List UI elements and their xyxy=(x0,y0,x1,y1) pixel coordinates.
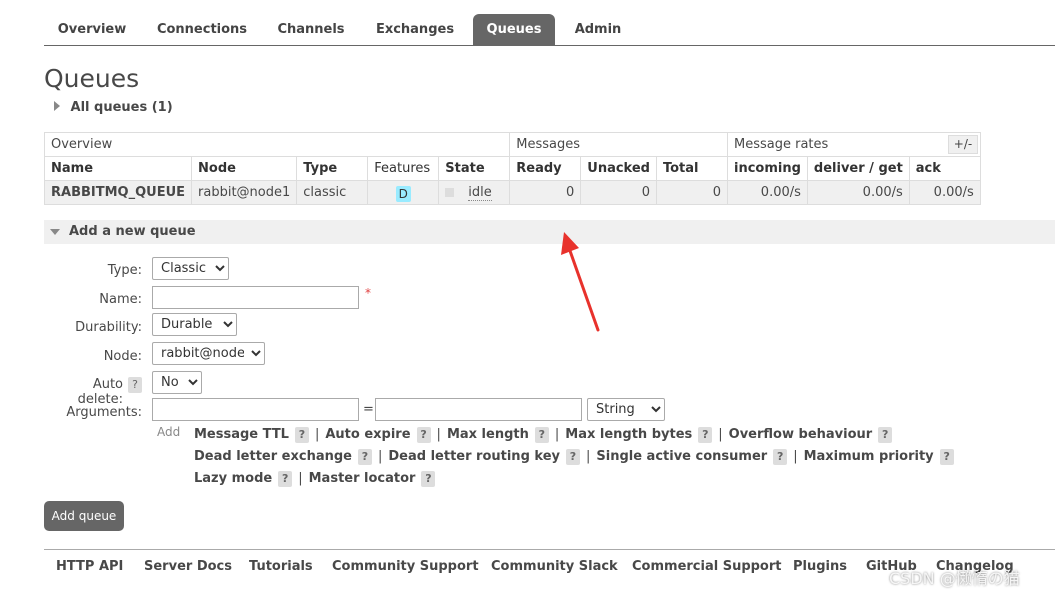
help-icon[interactable]: ? xyxy=(421,471,436,487)
auto-delete-label: Auto delete: xyxy=(77,377,123,407)
col-ready[interactable]: Ready xyxy=(509,156,582,181)
node-select[interactable]: rabbit@node1 xyxy=(152,342,265,365)
help-icon[interactable]: ? xyxy=(773,449,788,465)
durability-select[interactable]: Durable xyxy=(152,313,237,336)
tab-exchanges[interactable]: Exchanges xyxy=(366,14,464,46)
type-label: Type: xyxy=(107,263,142,278)
argument-value-input[interactable] xyxy=(375,398,582,421)
state-label: idle xyxy=(468,185,492,201)
node-label: Node: xyxy=(103,349,142,364)
state-indicator-icon xyxy=(445,188,455,197)
table-row: RABBITMQ_QUEUE rabbit@node1 classic D id… xyxy=(43,180,981,205)
help-icon[interactable]: ? xyxy=(698,427,713,443)
page-title: Queues xyxy=(44,64,140,93)
add-argument-label: Add xyxy=(157,425,181,439)
col-node[interactable]: Node xyxy=(191,156,298,181)
help-icon[interactable]: ? xyxy=(357,449,372,465)
tab-admin[interactable]: Admin xyxy=(564,14,632,46)
required-mark: * xyxy=(365,286,371,300)
col-ack[interactable]: ack xyxy=(908,156,981,181)
queue-ready: 0 xyxy=(509,180,582,205)
arg-lazy-mode-link[interactable]: Lazy mode xyxy=(194,471,272,486)
equals-sign: = xyxy=(363,402,374,417)
argument-type-select[interactable]: String xyxy=(587,398,665,421)
group-message-rates: Message rates xyxy=(726,132,981,157)
arg-auto-expire-link[interactable]: Auto expire xyxy=(325,427,410,442)
collapsed-arrow-icon xyxy=(54,101,60,111)
group-messages: Messages xyxy=(509,132,728,157)
column-options-button[interactable]: +/- xyxy=(948,135,978,154)
arguments-label: Arguments: xyxy=(66,405,142,420)
queues-table: Overview Messages Message rates Name Nod… xyxy=(43,132,981,205)
all-queues-label: All queues (1) xyxy=(70,100,173,115)
arg-single-active-consumer-link[interactable]: Single active consumer xyxy=(596,449,767,464)
col-total[interactable]: Total xyxy=(655,156,728,181)
durable-badge[interactable]: D xyxy=(395,186,411,202)
durability-label: Durability: xyxy=(75,320,142,335)
add-queue-section-title: Add a new queue xyxy=(69,224,196,239)
top-nav: Overview Connections Channels Exchanges … xyxy=(44,14,1055,46)
queue-state: idle xyxy=(438,180,511,205)
footer-link-community-slack[interactable]: Community Slack xyxy=(491,559,618,574)
tab-channels[interactable]: Channels xyxy=(266,14,356,46)
col-features[interactable]: Features xyxy=(367,156,440,181)
queue-node: rabbit@node1 xyxy=(191,180,298,205)
add-queue-section-header[interactable]: Add a new queue xyxy=(44,220,1055,244)
footer-link-http-api[interactable]: HTTP API xyxy=(56,559,123,574)
queue-type: classic xyxy=(296,180,369,205)
arg-overflow-behaviour-link[interactable]: Overflow behaviour xyxy=(729,427,873,442)
arg-maximum-priority-link[interactable]: Maximum priority xyxy=(804,449,934,464)
queue-unacked: 0 xyxy=(580,180,657,205)
queue-total: 0 xyxy=(655,180,728,205)
footer-link-server-docs[interactable]: Server Docs xyxy=(144,559,232,574)
argument-key-input[interactable] xyxy=(152,398,359,421)
col-unacked[interactable]: Unacked xyxy=(580,156,657,181)
group-overview: Overview xyxy=(43,132,511,157)
arg-dead-letter-exchange-link[interactable]: Dead letter exchange xyxy=(194,449,352,464)
footer-link-tutorials[interactable]: Tutorials xyxy=(249,559,313,574)
argument-shortcuts-line-2: Dead letter exchange? | Dead letter routin… xyxy=(194,449,954,465)
arg-message-ttl-link[interactable]: Message TTL xyxy=(194,427,289,442)
tab-queues[interactable]: Queues xyxy=(473,14,555,46)
help-icon[interactable]: ? xyxy=(416,427,431,443)
annotation-arrow-icon xyxy=(561,232,600,332)
col-name[interactable]: Name xyxy=(43,156,193,181)
name-input[interactable] xyxy=(152,286,359,309)
footer-link-plugins[interactable]: Plugins xyxy=(793,559,847,574)
help-icon[interactable]: ? xyxy=(939,449,954,465)
argument-shortcuts-line-3: Lazy mode? | Master locator? xyxy=(194,471,436,487)
rate-incoming: 0.00/s xyxy=(726,180,808,205)
col-state[interactable]: State xyxy=(438,156,511,181)
add-queue-button[interactable]: Add queue xyxy=(44,501,124,531)
help-icon[interactable]: ? xyxy=(294,427,309,443)
watermark: CSDN @懒惰の猫 xyxy=(889,569,1020,588)
tab-connections[interactable]: Connections xyxy=(148,14,256,46)
type-select[interactable]: Classic xyxy=(152,257,229,280)
col-incoming[interactable]: incoming xyxy=(726,156,808,181)
footer-link-commercial-support[interactable]: Commercial Support xyxy=(632,559,782,574)
col-type[interactable]: Type xyxy=(296,156,369,181)
arg-master-locator-link[interactable]: Master locator xyxy=(309,471,416,486)
all-queues-toggle[interactable]: All queues (1) xyxy=(54,100,173,115)
help-icon[interactable]: ? xyxy=(278,471,293,487)
col-deliver-get[interactable]: deliver / get xyxy=(806,156,910,181)
queue-features: D xyxy=(367,180,440,205)
argument-shortcuts-line-1: Message TTL? | Auto expire? | Max length? | Ma… xyxy=(194,427,893,443)
expanded-arrow-icon xyxy=(50,229,60,235)
help-icon[interactable]: ? xyxy=(534,427,549,443)
queue-name-link[interactable]: RABBITMQ_QUEUE xyxy=(43,180,193,205)
help-icon[interactable]: ? xyxy=(565,449,580,465)
rate-ack: 0.00/s xyxy=(908,180,981,205)
auto-delete-select[interactable]: No xyxy=(152,371,202,394)
footer-link-community-support[interactable]: Community Support xyxy=(332,559,479,574)
arg-max-length-link[interactable]: Max length xyxy=(447,427,529,442)
arg-max-length-bytes-link[interactable]: Max length bytes xyxy=(565,427,692,442)
name-label: Name: xyxy=(99,292,142,307)
help-icon[interactable]: ? xyxy=(878,427,893,443)
tab-overview[interactable]: Overview xyxy=(46,14,138,46)
auto-delete-help-icon[interactable]: ? xyxy=(128,377,142,393)
rate-deliver-get: 0.00/s xyxy=(806,180,910,205)
arg-dead-letter-routing-key-link[interactable]: Dead letter routing key xyxy=(388,449,560,464)
